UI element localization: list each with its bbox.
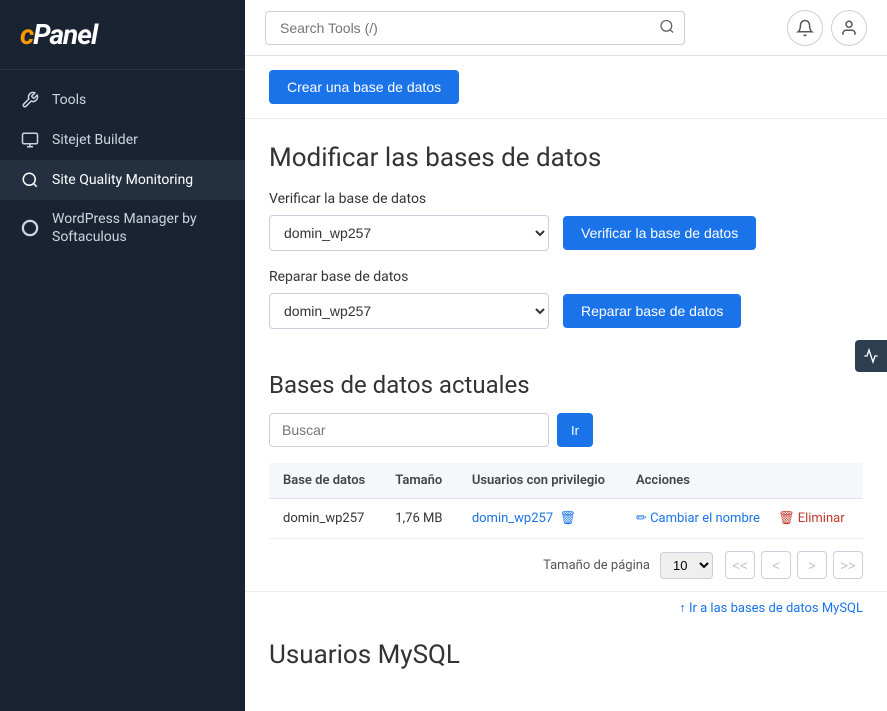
cell-db-name: domin_wp257: [269, 499, 381, 539]
sidebar-item-tools-label: Tools: [52, 91, 86, 109]
create-database-button[interactable]: Crear una base de datos: [269, 70, 459, 104]
page-size-select[interactable]: 10 25 50: [660, 552, 713, 579]
delete-link[interactable]: 🗑 Eliminar: [778, 511, 845, 526]
modify-section-title: Modificar las bases de datos: [269, 143, 863, 173]
page-next-button[interactable]: >: [797, 551, 827, 579]
sidebar-nav: Tools Sitejet Builder Site Quality Mo: [0, 70, 245, 266]
content-area: Crear una base de datos Modificar las ba…: [245, 56, 887, 711]
cpanel-logo: cPanel: [20, 18, 225, 51]
page-last-button[interactable]: >>: [833, 551, 863, 579]
main-area: Crear una base de datos Modificar las ba…: [245, 0, 887, 711]
cell-user: domin_wp257 🗑: [458, 499, 622, 539]
verify-database-select[interactable]: domin_wp257: [269, 215, 549, 251]
sidebar-item-tools[interactable]: Tools: [0, 80, 245, 120]
analytics-fab[interactable]: [855, 340, 887, 372]
page-prev-button[interactable]: <: [761, 551, 791, 579]
sidebar-item-wordpress[interactable]: WordPress Manager by Softaculous: [0, 200, 245, 256]
sidebar-item-sitejet[interactable]: Sitejet Builder: [0, 120, 245, 160]
table-row: domin_wp257 1,76 MB domin_wp257 🗑 ✏ Camb…: [269, 499, 863, 539]
repair-label: Reparar base de datos: [269, 269, 863, 285]
sidebar-item-wordpress-label: WordPress Manager by Softaculous: [52, 210, 225, 246]
create-button-bar: Crear una base de datos: [245, 56, 887, 119]
verify-button[interactable]: Verificar la base de datos: [563, 216, 756, 250]
actions-container: ✏ Cambiar el nombre 🗑 Eliminar: [636, 511, 849, 526]
sidebar: cPanel Tools Sitejet Builder: [0, 0, 245, 711]
user-link[interactable]: domin_wp257: [472, 511, 553, 526]
cell-actions: ✏ Cambiar el nombre 🗑 Eliminar: [622, 499, 863, 539]
repair-button[interactable]: Reparar base de datos: [563, 294, 741, 328]
sidebar-item-quality-label: Site Quality Monitoring: [52, 171, 193, 189]
mysql-link-bar: ↑ Ir a las bases de datos MySQL: [245, 592, 887, 630]
go-button[interactable]: Ir: [557, 413, 593, 447]
database-table: Base de datos Tamaño Usuarios con privil…: [269, 463, 863, 539]
repair-database-select[interactable]: domin_wp257: [269, 293, 549, 329]
page-first-button[interactable]: <<: [725, 551, 755, 579]
verify-row: domin_wp257 Verificar la base de datos: [269, 215, 863, 251]
sidebar-item-sitejet-label: Sitejet Builder: [52, 131, 138, 149]
col-size: Tamaño: [381, 463, 458, 499]
search-db-input[interactable]: [269, 413, 549, 447]
sidebar-item-quality[interactable]: Site Quality Monitoring: [0, 160, 245, 200]
header: [245, 0, 887, 56]
sitejet-icon: [20, 130, 40, 150]
col-db-name: Base de datos: [269, 463, 381, 499]
header-icons: [787, 10, 867, 46]
tools-icon: [20, 90, 40, 110]
quality-icon: [20, 170, 40, 190]
notifications-button[interactable]: [787, 10, 823, 46]
col-users: Usuarios con privilegio: [458, 463, 622, 499]
mysql-users-title: Usuarios MySQL: [245, 630, 887, 686]
col-actions: Acciones: [622, 463, 863, 499]
page-size-label: Tamaño de página: [543, 558, 650, 573]
current-section-title: Bases de datos actuales: [269, 371, 863, 399]
rename-link[interactable]: ✏ Cambiar el nombre: [636, 511, 760, 526]
repair-row: domin_wp257 Reparar base de datos: [269, 293, 863, 329]
table-header: Base de datos Tamaño Usuarios con privil…: [269, 463, 863, 499]
repair-form-group: Reparar base de datos domin_wp257 Repara…: [269, 269, 863, 329]
sidebar-logo: cPanel: [0, 0, 245, 70]
verify-form-group: Verificar la base de datos domin_wp257 V…: [269, 191, 863, 251]
user-menu-button[interactable]: [831, 10, 867, 46]
verify-label: Verificar la base de datos: [269, 191, 863, 207]
mysql-link[interactable]: ↑ Ir a las bases de datos MySQL: [679, 600, 863, 616]
table-body: domin_wp257 1,76 MB domin_wp257 🗑 ✏ Camb…: [269, 499, 863, 539]
user-icon: 🗑: [559, 511, 576, 526]
pagination-bar: Tamaño de página 10 25 50 << < > >>: [245, 539, 887, 592]
search-container: [265, 11, 685, 45]
search-input[interactable]: [265, 11, 685, 45]
modify-section: Modificar las bases de datos Verificar l…: [245, 119, 887, 329]
current-section: Bases de datos actuales Ir Base de datos…: [245, 347, 887, 539]
search-row: Ir: [269, 413, 863, 447]
search-submit-button[interactable]: [657, 16, 677, 39]
wordpress-icon: [20, 218, 40, 238]
cell-size: 1,76 MB: [381, 499, 458, 539]
